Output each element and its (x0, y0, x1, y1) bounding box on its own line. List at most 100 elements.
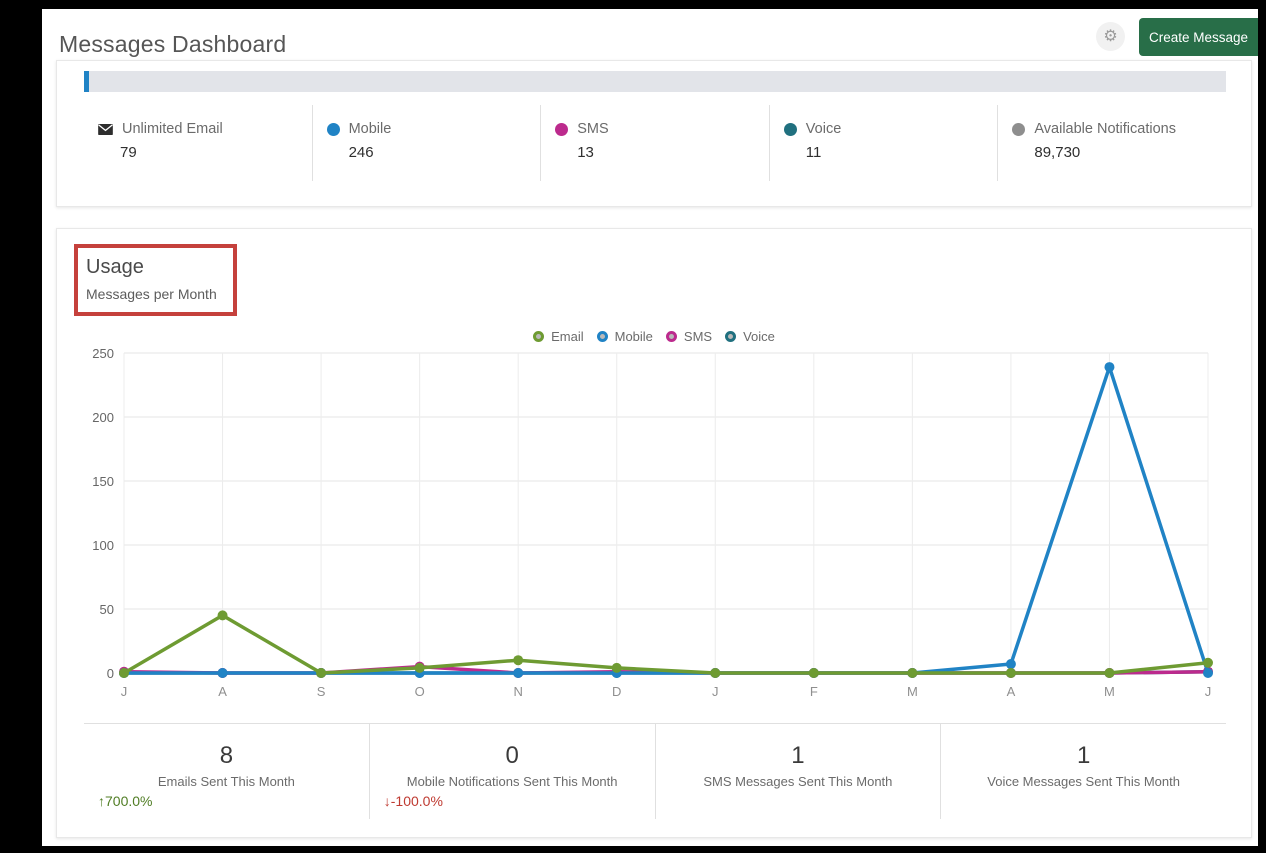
monthly-value: 8 (219, 742, 234, 769)
stat-voice: Voice 11 (770, 105, 999, 181)
summary-stats-row: Unlimited Email 79 Mobile 246 SMS 13 Voi… (84, 105, 1226, 181)
data-point-email-A-45 (217, 610, 228, 621)
monthly-value: 1 (791, 742, 805, 769)
plan-usage-progressbar (84, 71, 1226, 92)
legend-item-voice[interactable]: Voice (725, 329, 775, 344)
data-point-email-M-0 (1104, 668, 1115, 678)
y-tick-label: 0 (107, 666, 114, 681)
monthly-stat-voice: 1 Voice Messages Sent This Month (941, 724, 1226, 819)
data-point-email-F-0 (808, 668, 819, 678)
x-tick-label: J (1205, 684, 1212, 699)
legend-label: Voice (743, 329, 775, 344)
data-point-email-J-0 (119, 668, 129, 678)
stat-label: Unlimited Email (122, 121, 223, 137)
x-tick-label: J (712, 684, 719, 699)
gear-icon: ⚙ (1103, 28, 1118, 45)
x-tick-label: A (1007, 684, 1016, 699)
data-point-mobile-N-0 (513, 668, 524, 678)
messages-dashboard-page: Messages Dashboard ⚙ Create Message Unli… (42, 9, 1258, 846)
mobile-legend-ring-icon (596, 331, 608, 342)
window-frame: Messages Dashboard ⚙ Create Message Unli… (0, 0, 1266, 853)
usage-card: Usage Messages per Month Email Mobile SM… (56, 228, 1252, 838)
stat-value: 246 (348, 144, 374, 161)
stat-mobile: Mobile 246 (313, 105, 542, 181)
stat-label: Voice (805, 121, 842, 137)
usage-line-chart: 0 50 100 150 200 250 J A S O N D J F M A M J (92, 347, 1213, 699)
x-tick-label: A (218, 684, 227, 699)
stat-sms: SMS 13 (541, 105, 770, 181)
stat-value: 79 (120, 144, 137, 161)
data-point-email-M-0 (907, 668, 918, 678)
legend-item-email[interactable]: Email (533, 329, 584, 344)
stat-label: SMS (577, 121, 609, 137)
page-header: Messages Dashboard ⚙ Create Message (42, 9, 1258, 67)
summary-card: Unlimited Email 79 Mobile 246 SMS 13 Voi… (56, 60, 1252, 207)
legend-item-sms[interactable]: SMS (665, 329, 713, 344)
stat-value: 13 (577, 144, 594, 161)
voice-dot-icon (783, 122, 797, 136)
create-message-button[interactable]: Create Message (1139, 18, 1258, 56)
data-point-email-J-0 (710, 668, 721, 678)
monthly-value: 0 (505, 742, 519, 769)
email-legend-ring-icon (533, 331, 545, 342)
x-tick-label: D (612, 684, 621, 699)
usage-subtitle: Messages per Month (86, 286, 217, 302)
legend-label: Email (551, 329, 584, 344)
y-tick-label: 100 (92, 538, 114, 553)
usage-title: Usage (86, 256, 144, 278)
x-tick-label: M (907, 684, 918, 699)
y-tick-label: 50 (100, 602, 114, 617)
page-title: Messages Dashboard (59, 31, 287, 57)
y-tick-label: 150 (92, 474, 114, 489)
data-point-mobile-A-0 (217, 668, 228, 678)
monthly-label: Emails Sent This Month (157, 774, 295, 789)
monthly-label: Voice Messages Sent This Month (987, 774, 1180, 789)
stat-value: 11 (805, 144, 822, 161)
monthly-value: 1 (1076, 742, 1091, 769)
x-tick-label: J (121, 684, 128, 699)
data-point-email-S-0 (316, 668, 327, 678)
x-tick-label: N (513, 684, 522, 699)
sms-legend-ring-icon (665, 331, 677, 342)
monthly-stats-row: 8 Emails Sent This Month ↑700.0% 0 Mobil… (84, 723, 1226, 819)
y-tick-label: 250 (92, 347, 114, 361)
available-dot-icon (1012, 122, 1026, 136)
stat-available-notifications: Available Notifications 89,730 (998, 105, 1226, 181)
voice-legend-ring-icon (725, 331, 737, 342)
data-point-email-N-10 (513, 655, 524, 666)
sms-dot-icon (555, 122, 569, 136)
legend-label: Mobile (614, 329, 653, 344)
plan-usage-progress-fill (84, 71, 89, 92)
x-tick-label: F (810, 684, 818, 699)
mobile-dot-icon (326, 122, 340, 136)
data-point-mobile-J-0 (1203, 668, 1213, 678)
delta-up-indicator: ↑700.0% (98, 793, 153, 809)
delta-down-indicator: ↓-100.0% (383, 793, 443, 809)
stat-label: Mobile (348, 121, 392, 137)
data-point-mobile-A-7 (1005, 659, 1016, 670)
stat-label: Available Notifications (1034, 121, 1176, 137)
monthly-stat-sms: 1 SMS Messages Sent This Month (656, 724, 942, 819)
series-line-email (122, 613, 1210, 675)
settings-button[interactable]: ⚙ (1096, 22, 1125, 51)
data-point-mobile-M-239 (1104, 362, 1115, 373)
monthly-stat-emails: 8 Emails Sent This Month ↑700.0% (84, 724, 370, 819)
stat-unlimited-email: Unlimited Email 79 (84, 105, 313, 181)
data-point-email-D-4 (611, 662, 622, 673)
envelope-icon (98, 123, 113, 135)
chart-legend: Email Mobile SMS Voice (57, 329, 1251, 344)
monthly-label: SMS Messages Sent This Month (703, 774, 893, 789)
data-point-email-J-8 (1203, 657, 1213, 668)
monthly-stat-mobile: 0 Mobile Notifications Sent This Month ↓… (370, 724, 656, 819)
x-tick-label: O (415, 684, 425, 699)
monthly-label: Mobile Notifications Sent This Month (406, 774, 618, 789)
usage-annotation-box: Usage Messages per Month (74, 244, 237, 316)
x-tick-label: S (317, 684, 326, 699)
stat-value: 89,730 (1034, 144, 1081, 161)
x-tick-label: M (1104, 684, 1115, 699)
legend-item-mobile[interactable]: Mobile (596, 329, 653, 344)
legend-label: SMS (683, 329, 713, 344)
series-line-mobile (122, 365, 1210, 675)
y-tick-label: 200 (92, 410, 114, 425)
data-point-email-O-4 (414, 662, 425, 673)
